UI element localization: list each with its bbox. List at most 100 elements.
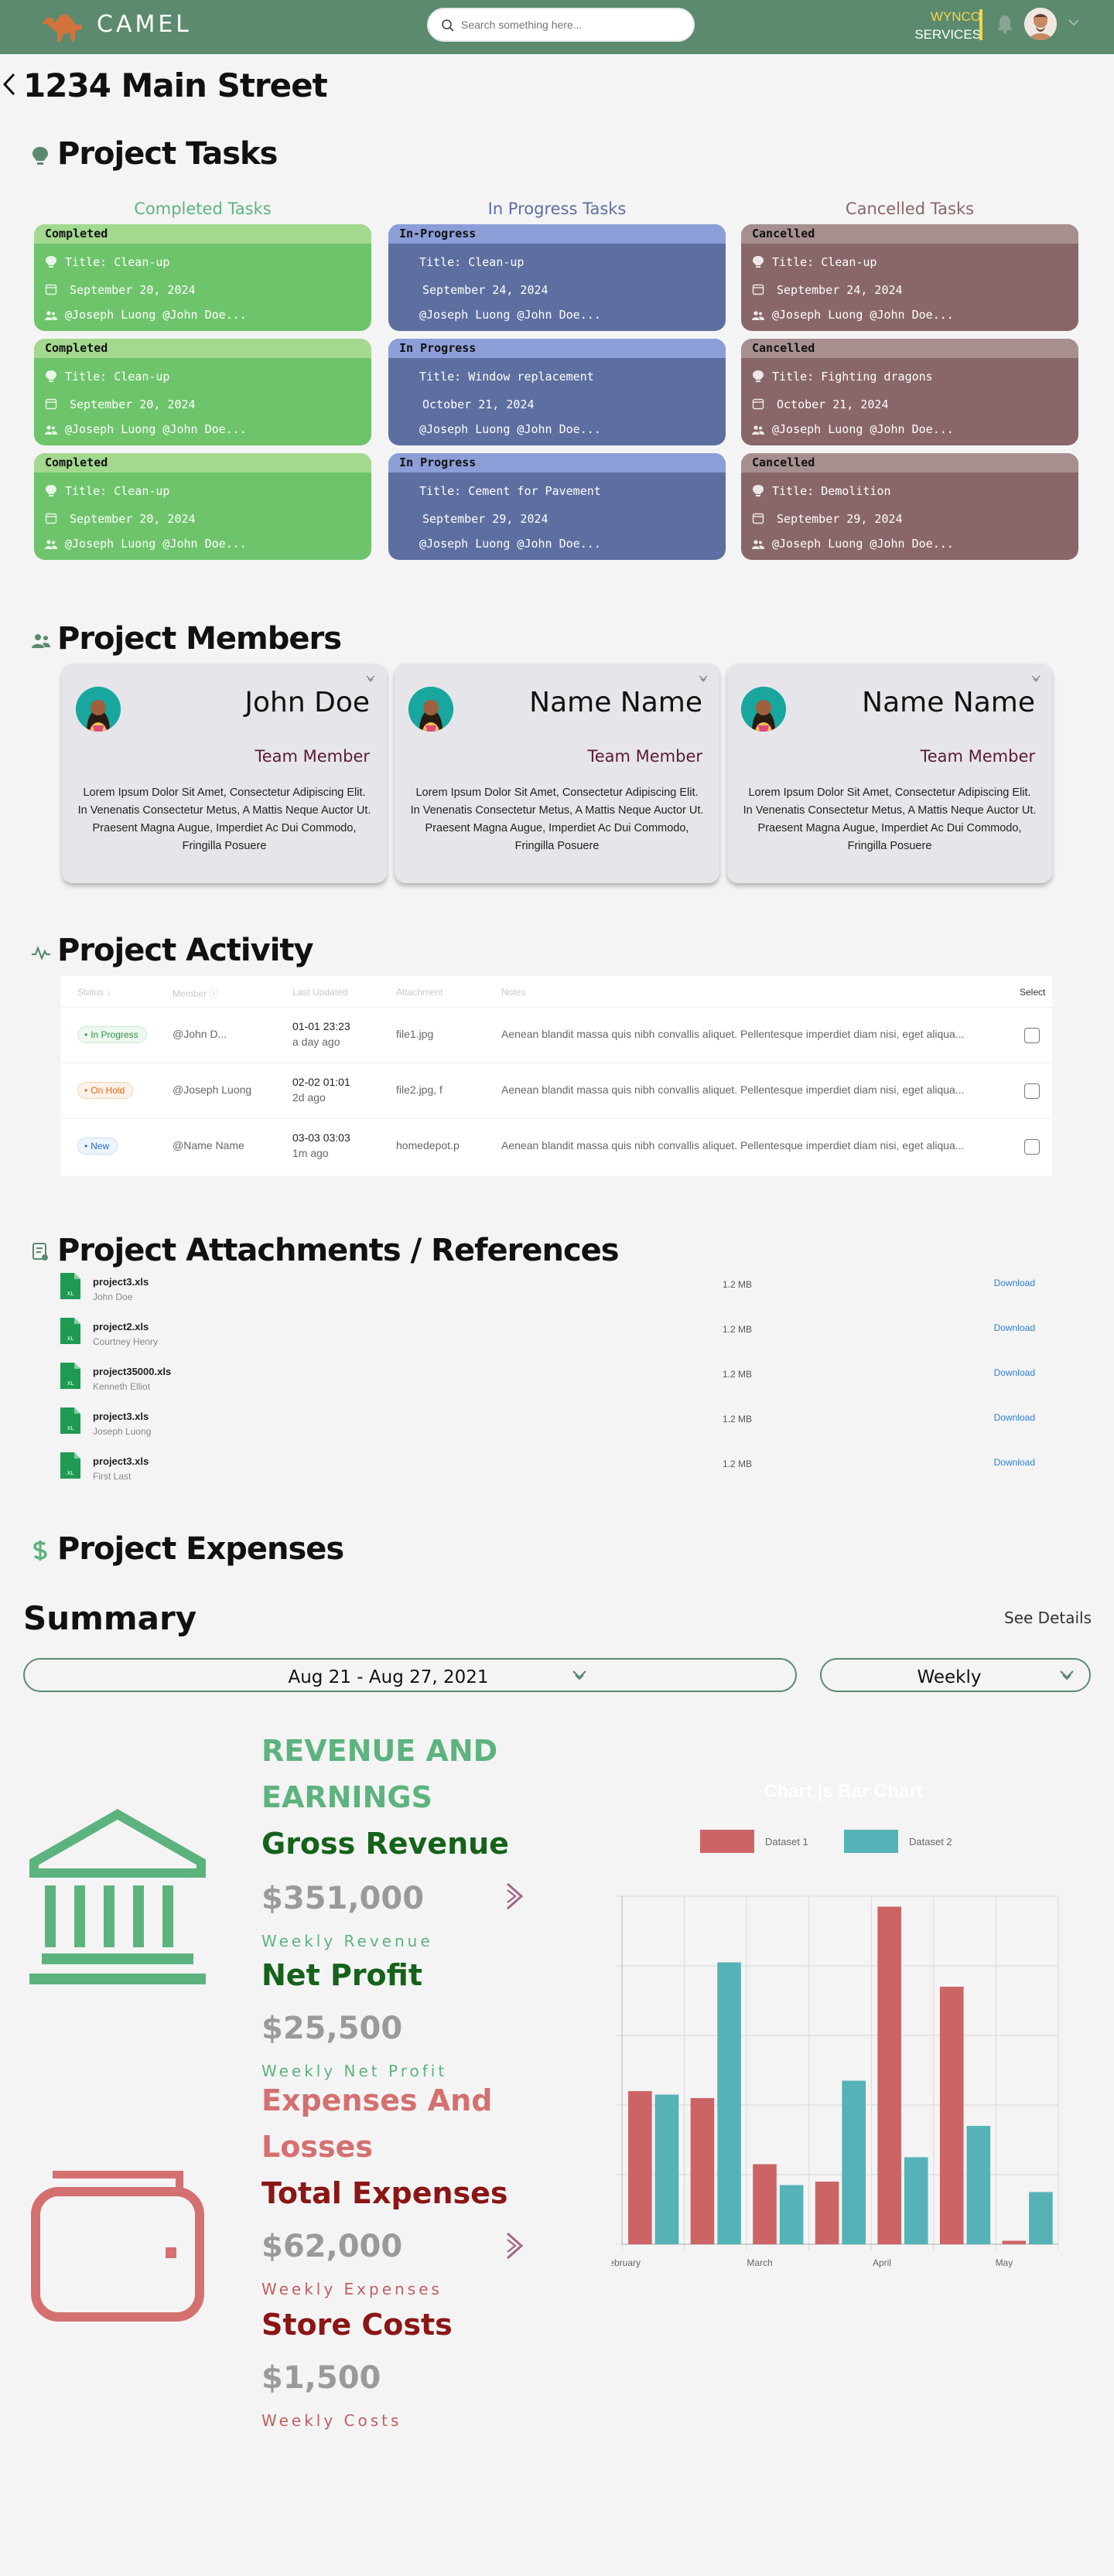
file-name[interactable]: project3.xls: [93, 1276, 149, 1288]
company-name: WYNCO SERVICES: [904, 8, 981, 43]
task-card[interactable]: Cancelled Title: Clean-up September 24, 20…: [741, 224, 1078, 331]
dollar-sign-icon: [33, 1540, 47, 1561]
task-card[interactable]: Completed Title: Clean-up September 20, 20…: [34, 224, 371, 331]
excel-file-icon: XL: [60, 1407, 80, 1434]
file-owner: John Doe: [93, 1291, 133, 1302]
member-avatar: [408, 687, 453, 732]
member-avatar-icon: [76, 687, 121, 732]
updated-date: 03-03 03:03: [292, 1131, 350, 1144]
task-date: September 20, 2024: [70, 512, 196, 526]
date-range-select[interactable]: Aug 21 - Aug 27, 2021: [23, 1658, 797, 1692]
chevron-right-icon[interactable]: [504, 2230, 526, 2261]
task-card[interactable]: Completed Title: Clean-up September 20, 20…: [34, 453, 371, 560]
header-status-label: Status: [77, 987, 104, 998]
back-arrow-icon[interactable]: [0, 71, 19, 97]
chevron-down-icon: [572, 1670, 586, 1680]
member-role: Team Member: [255, 747, 370, 766]
section-title-expenses: Project Expenses: [57, 1531, 344, 1567]
brand-name[interactable]: CAMEL: [97, 11, 192, 38]
task-title: Title: Clean-up: [772, 255, 877, 269]
member-bio: Lorem Ipsum Dolor Sit Amet, Consectetur …: [410, 786, 704, 852]
list-item: XL project3.xls First Last 1.2 MB Download: [60, 1452, 1052, 1489]
download-link[interactable]: Download: [994, 1412, 1035, 1423]
updated-ago: 2d ago: [292, 1091, 326, 1104]
task-date: September 24, 2024: [422, 283, 548, 297]
table-row[interactable]: On Hold @Joseph Luong 02-02 01:01 2d ago fil…: [60, 1063, 1052, 1118]
list-item: XL project3.xls Joseph Luong 1.2 MB Download: [60, 1407, 1052, 1445]
member-card[interactable]: Name Name Team Member Lorem Ipsum Dolor Si…: [395, 664, 719, 883]
task-card[interactable]: In Progress Title: Window replacement Octo…: [388, 339, 726, 445]
chevron-down-icon[interactable]: [1068, 19, 1080, 26]
summary-title: Summary: [23, 1599, 197, 1637]
search-input[interactable]: [461, 16, 678, 33]
lightbulb-icon: [45, 370, 57, 387]
file-type-label: XL: [67, 1380, 74, 1387]
task-title: Title: Cement for Pavement: [419, 484, 601, 498]
section-title-activity: Project Activity: [57, 933, 314, 968]
calendar-icon: [45, 397, 57, 413]
x-tick-label: February: [611, 2257, 641, 2268]
file-size: 1.2 MB: [723, 1414, 753, 1424]
people-icon: [45, 538, 57, 553]
bar-dataset1: [1002, 2240, 1027, 2244]
period-select[interactable]: Weekly: [820, 1658, 1091, 1692]
total-expenses-label: Total Expenses: [261, 2176, 508, 2210]
row-select-checkbox[interactable]: [1024, 1139, 1040, 1155]
expenses-heading-line2: Losses: [261, 2130, 373, 2164]
row-select-checkbox[interactable]: [1024, 1028, 1040, 1043]
download-link[interactable]: Download: [994, 1457, 1035, 1468]
notes-cell: Aenean blandit massa quis nibh convallis…: [501, 1083, 965, 1096]
row-select-checkbox[interactable]: [1024, 1083, 1040, 1099]
download-link[interactable]: Download: [994, 1278, 1035, 1288]
search-icon: [442, 19, 454, 32]
bar-dataset2: [717, 1962, 741, 2244]
task-card[interactable]: In Progress Title: Cement for Pavement Sep…: [388, 453, 726, 560]
chevron-right-icon[interactable]: [504, 1881, 526, 1912]
file-name[interactable]: project35000.xls: [93, 1366, 171, 1377]
people-icon: [32, 634, 50, 648]
see-details-link[interactable]: See Details: [1004, 1609, 1092, 1627]
chevron-down-icon[interactable]: [698, 674, 709, 684]
table-row[interactable]: New @Name Name 03-03 03:03 1m ago homedepot.…: [60, 1118, 1052, 1174]
notification-bell-icon[interactable]: [996, 14, 1013, 34]
download-link[interactable]: Download: [994, 1367, 1035, 1378]
member-role: Team Member: [587, 747, 702, 766]
file-name[interactable]: project2.xls: [93, 1321, 149, 1332]
member-avatar: [76, 687, 121, 732]
attachment-cell[interactable]: file2.jpg, f: [396, 1083, 443, 1096]
task-card[interactable]: Completed Title: Clean-up September 20, 20…: [34, 339, 371, 445]
lightbulb-icon: [32, 147, 48, 165]
column-header-status[interactable]: Status ↓: [77, 987, 111, 998]
attachment-cell[interactable]: homedepot.p: [396, 1139, 460, 1152]
task-title: Title: Fighting dragons: [772, 370, 933, 384]
search-bar[interactable]: [427, 8, 695, 42]
member-card[interactable]: Name Name Team Member Lorem Ipsum Dolor Si…: [727, 664, 1052, 883]
task-card[interactable]: Cancelled Title: Demolition September 29, …: [741, 453, 1078, 560]
attachment-cell[interactable]: file1.jpg: [396, 1028, 433, 1040]
list-item: XL project35000.xls Kenneth Elliot 1.2 MB Do…: [60, 1363, 1052, 1400]
task-card[interactable]: Cancelled Title: Fighting dragons October …: [741, 339, 1078, 445]
camel-logo-icon[interactable]: [37, 6, 87, 48]
file-owner: First Last: [93, 1471, 132, 1482]
file-name[interactable]: project3.xls: [93, 1411, 149, 1422]
member-name: Name Name: [529, 687, 702, 718]
task-assignees: @Joseph Luong @John Doe...: [65, 537, 247, 551]
table-row[interactable]: In Progress @John D... 01-01 23:23 a day ag…: [60, 1007, 1052, 1063]
column-header-updated: Last Updated: [292, 987, 348, 998]
file-type-label: XL: [67, 1291, 74, 1297]
member-cell: @Joseph Luong: [173, 1083, 252, 1096]
list-item: XL project3.xls John Doe 1.2 MB Download: [60, 1273, 1052, 1310]
file-name[interactable]: project3.xls: [93, 1455, 149, 1467]
user-avatar[interactable]: [1024, 8, 1057, 40]
task-card[interactable]: In-Progress Title: Clean-up September 24, …: [388, 224, 726, 331]
chevron-down-icon[interactable]: [365, 674, 376, 684]
download-link[interactable]: Download: [994, 1322, 1035, 1333]
page-title: 1234 Main Street: [23, 67, 328, 104]
member-card[interactable]: John Doe Team Member Lorem Ipsum Dolor Sit…: [62, 664, 387, 883]
header-member-label: Member: [173, 988, 207, 999]
task-date: October 21, 2024: [422, 397, 535, 411]
gross-revenue-value: $351,000: [261, 1881, 425, 1916]
task-assignees: @Joseph Luong @John Doe...: [419, 308, 601, 322]
chevron-down-icon[interactable]: [1030, 674, 1041, 684]
file-size: 1.2 MB: [723, 1279, 753, 1290]
